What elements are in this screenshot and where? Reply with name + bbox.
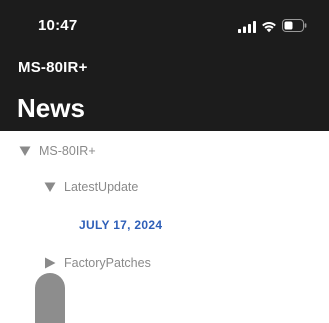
- tree-node-label: MS-80IR+: [39, 144, 96, 158]
- tree-node-label: FactoryPatches: [64, 256, 151, 270]
- navigation-header: 10:47 MS-80IR+ News: [0, 0, 329, 131]
- tree-node-latest-update[interactable]: LatestUpdate: [44, 176, 138, 198]
- triangle-down-icon: [44, 182, 56, 192]
- triangle-down-icon: [19, 146, 31, 156]
- status-time: 10:47: [38, 17, 78, 34]
- status-bar: 10:47: [0, 0, 329, 50]
- battery-icon: [282, 19, 307, 32]
- tree-node-label: LatestUpdate: [64, 180, 139, 194]
- status-icons: [238, 18, 308, 34]
- app-screen: 10:47 MS-80IR+ News MS-80IR+ LatestUpdat…: [0, 0, 329, 323]
- wifi-icon: [262, 22, 276, 33]
- page-title: News: [17, 93, 85, 123]
- tree-node-root[interactable]: MS-80IR+: [19, 140, 96, 162]
- tree-node-factory-patches[interactable]: FactoryPatches: [44, 252, 151, 274]
- triangle-right-icon: [45, 257, 56, 269]
- device-name: MS-80IR+: [18, 59, 88, 76]
- news-date-link[interactable]: JULY 17, 2024: [79, 214, 162, 236]
- signal-icon: [238, 21, 256, 33]
- news-date-label: JULY 17, 2024: [79, 218, 163, 232]
- scroll-thumb[interactable]: [35, 273, 65, 323]
